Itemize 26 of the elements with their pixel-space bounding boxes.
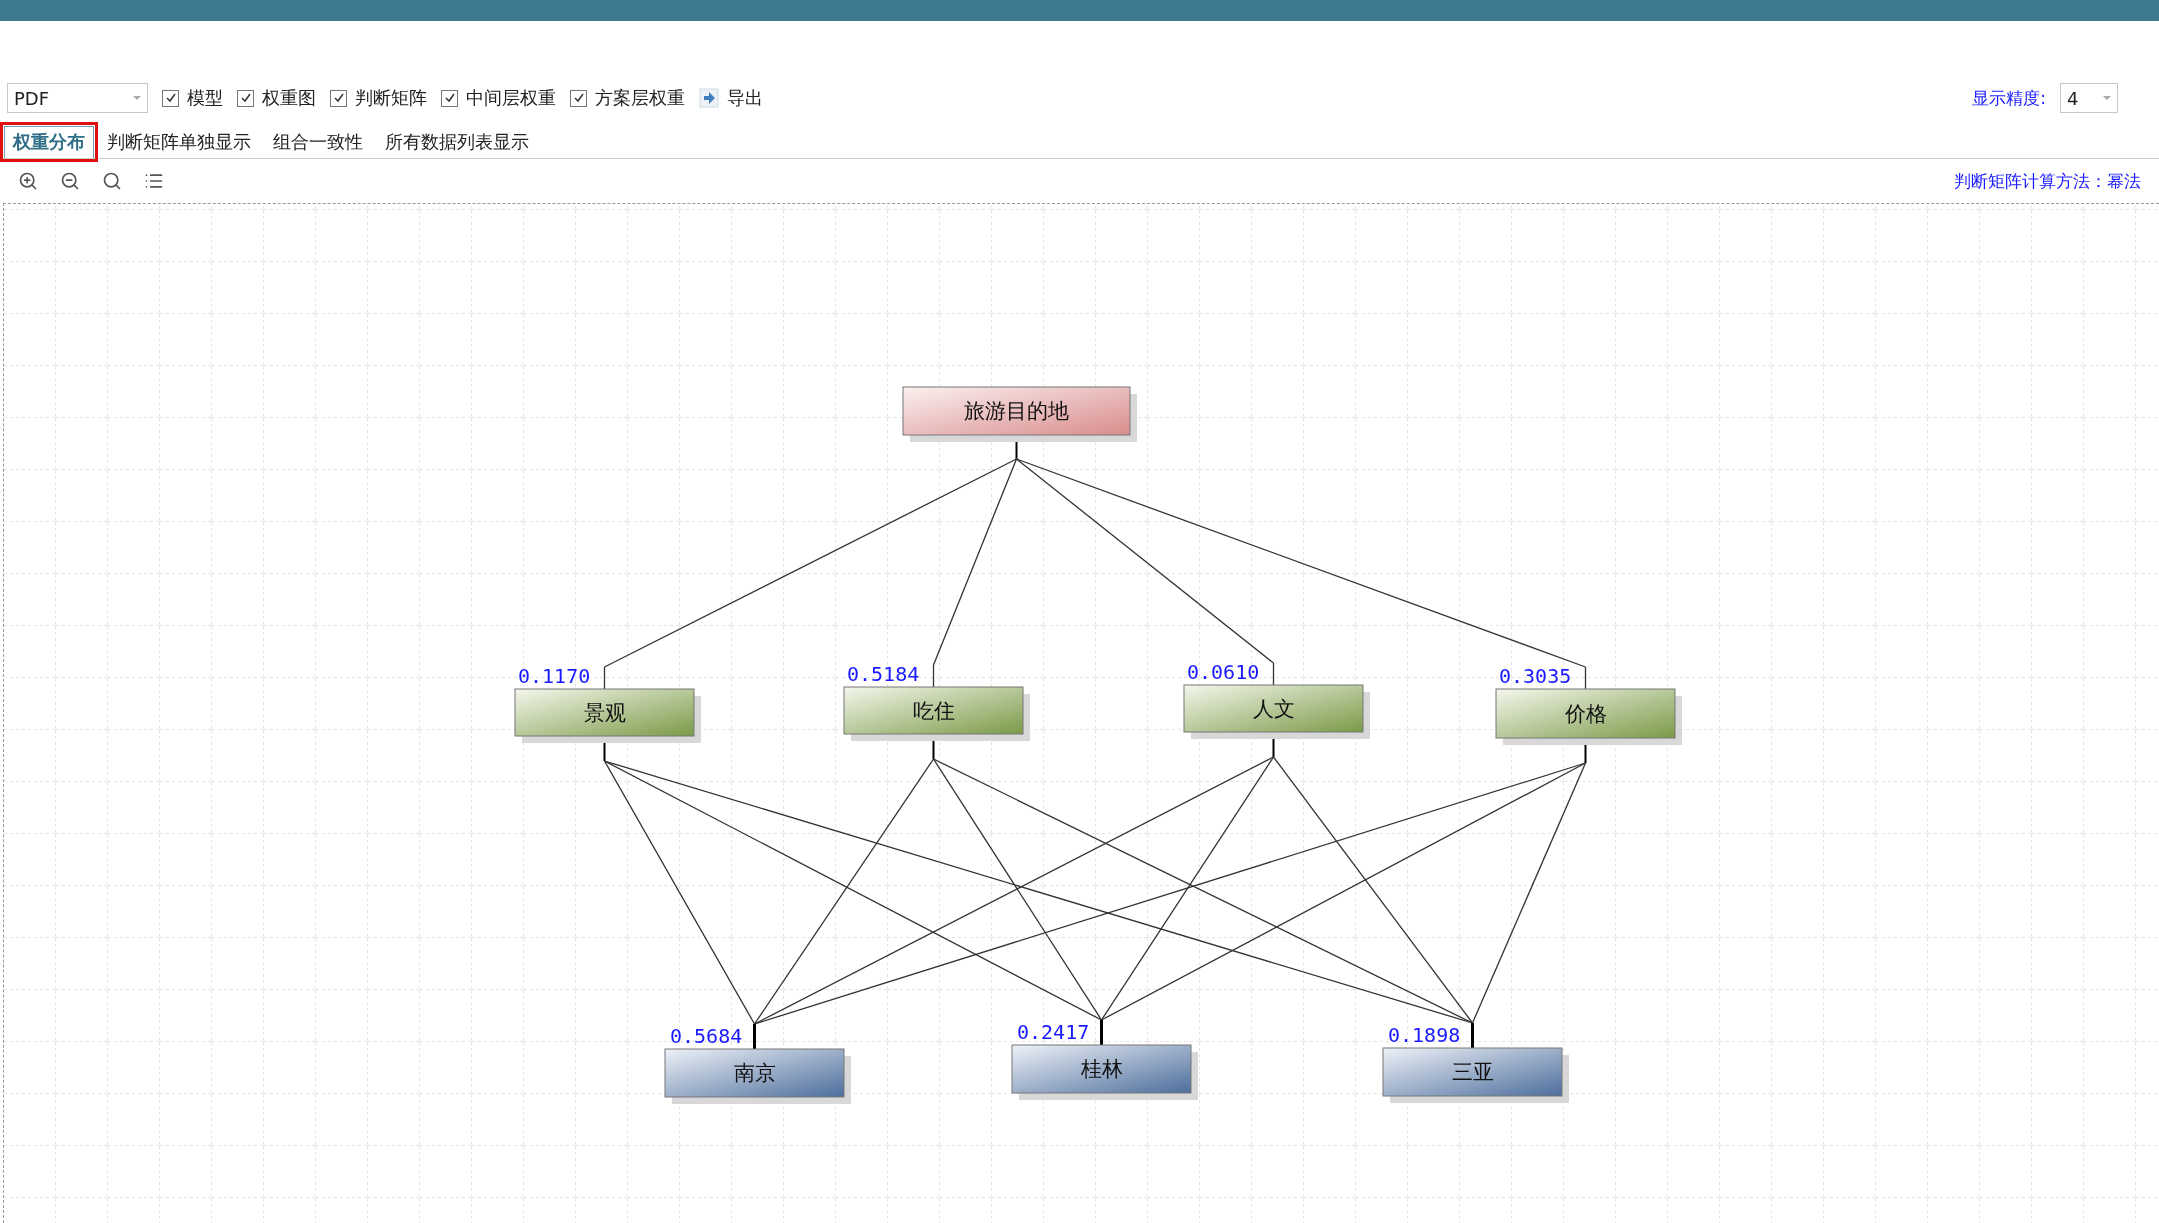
- format-select[interactable]: PDF: [7, 83, 148, 113]
- export-button[interactable]: 导出: [699, 86, 763, 110]
- weight-label: 0.3035: [1499, 664, 1572, 688]
- precision-label: 显示精度:: [1972, 86, 2046, 110]
- checkbox-label[interactable]: 模型: [187, 86, 223, 110]
- precision-select[interactable]: 4: [2060, 83, 2118, 113]
- zoom-out-icon[interactable]: [60, 171, 80, 191]
- checkbox[interactable]: [441, 89, 458, 107]
- zoom-in-icon[interactable]: [18, 171, 38, 191]
- weight-label: 0.2417: [1017, 1020, 1090, 1044]
- weight-label: 0.1898: [1388, 1023, 1461, 1047]
- checkbox[interactable]: [330, 89, 347, 107]
- checkbox-label[interactable]: 方案层权重: [595, 86, 685, 110]
- checkbox-label[interactable]: 权重图: [262, 86, 316, 110]
- list-icon[interactable]: [144, 171, 164, 191]
- weight-label: 0.0610: [1187, 660, 1260, 684]
- checkbox-label[interactable]: 判断矩阵: [355, 86, 427, 110]
- checkbox[interactable]: [237, 89, 254, 107]
- checkbox[interactable]: [162, 89, 179, 107]
- weight-label: 0.1170: [518, 664, 591, 688]
- method-label: 判断矩阵计算方法：幂法: [1954, 169, 2141, 193]
- weight-label: 0.5184: [847, 662, 920, 686]
- checkbox[interactable]: [570, 89, 587, 107]
- search-icon[interactable]: [102, 171, 122, 191]
- checkbox-label[interactable]: 中间层权重: [466, 86, 556, 110]
- weight-label: 0.5684: [670, 1024, 743, 1048]
